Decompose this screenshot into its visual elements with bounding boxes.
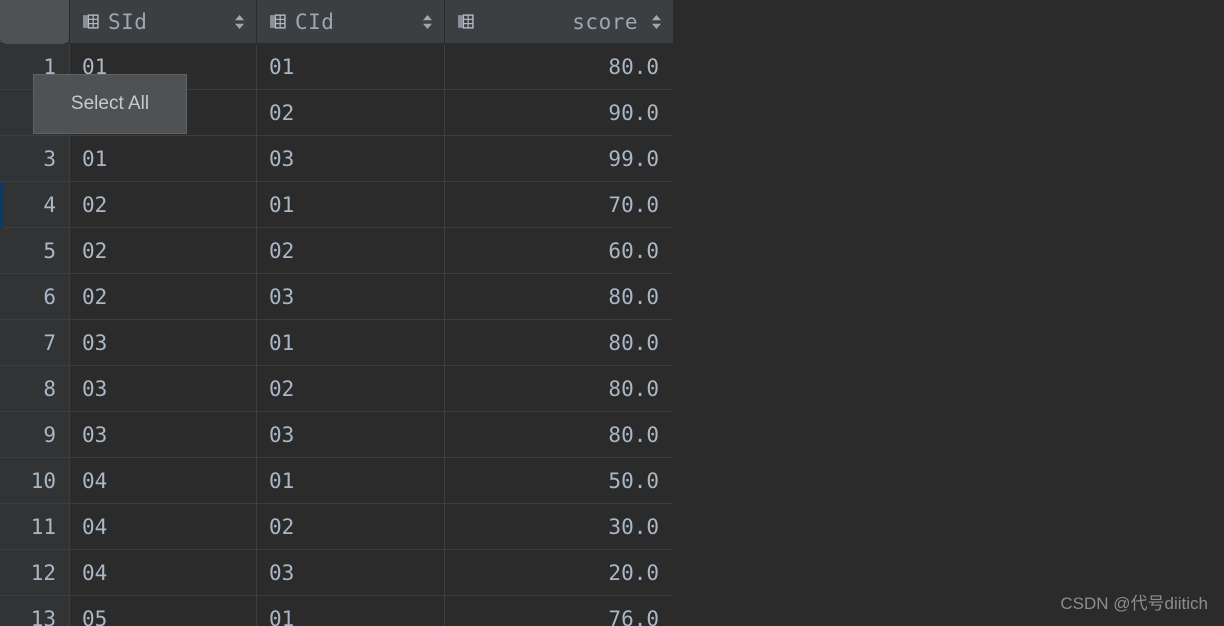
table-cell-sid[interactable]: 04 — [69, 504, 256, 549]
table-cell-sid[interactable]: 02 — [69, 274, 256, 319]
table-cell-sid[interactable]: 02 — [69, 182, 256, 227]
table-row[interactable]: 8 03 02 80.0 — [0, 366, 673, 412]
select-all-corner-button[interactable] — [0, 0, 69, 44]
table-cell-num[interactable]: 9 — [0, 412, 69, 457]
sort-toggle-icon-cid[interactable] — [407, 12, 434, 32]
column-header-sid[interactable]: SId — [69, 0, 256, 43]
table-cell-sid[interactable]: 03 — [69, 366, 256, 411]
table-row[interactable]: 7 03 01 80.0 — [0, 320, 673, 366]
table-cell-cid[interactable]: 02 — [256, 228, 444, 273]
table-cell-cid[interactable]: 02 — [256, 90, 444, 135]
table-cell-cid[interactable]: 03 — [256, 412, 444, 457]
table-cell-sid[interactable]: 02 — [69, 228, 256, 273]
table-cell-score[interactable]: 90.0 — [444, 90, 673, 135]
table-row[interactable]: 5 02 02 60.0 — [0, 228, 673, 274]
sort-toggle-icon-score[interactable] — [638, 12, 663, 32]
table-cell-num[interactable]: 11 — [0, 504, 69, 549]
table-column-icon — [270, 14, 286, 29]
table-cell-cid[interactable]: 02 — [256, 366, 444, 411]
column-header-cid[interactable]: CId — [256, 0, 444, 43]
table-cell-cid[interactable]: 01 — [256, 596, 444, 626]
table-cell-num[interactable]: 3 — [0, 136, 69, 181]
table-cell-sid[interactable]: 05 — [69, 596, 256, 626]
table-row[interactable]: 4 02 01 70.0 — [0, 182, 673, 228]
column-header-label-score: score — [572, 9, 638, 34]
table-cell-cid[interactable]: 01 — [256, 44, 444, 89]
table-cell-score[interactable]: 80.0 — [444, 366, 673, 411]
table-cell-sid[interactable]: 04 — [69, 550, 256, 595]
table-cell-num[interactable]: 5 — [0, 228, 69, 273]
table-column-icon — [458, 14, 474, 29]
table-cell-cid[interactable]: 01 — [256, 182, 444, 227]
table-row[interactable]: 3 01 03 99.0 — [0, 136, 673, 182]
row-selection-accent — [0, 182, 4, 228]
table-cell-num[interactable]: 13 — [0, 596, 69, 626]
table-cell-cid[interactable]: 03 — [256, 274, 444, 319]
table-cell-num[interactable]: 4 — [0, 182, 69, 227]
table-cell-sid[interactable]: 03 — [69, 412, 256, 457]
sort-toggle-icon-sid[interactable] — [219, 12, 246, 32]
select-all-tooltip: Select All — [33, 74, 187, 134]
table-cell-score[interactable]: 30.0 — [444, 504, 673, 549]
data-grid[interactable]: SId CId score 1 01 01 80.0 02 90.0 3 01 … — [0, 0, 673, 626]
select-all-tooltip-label: Select All — [70, 93, 150, 114]
table-cell-sid[interactable]: 01 — [69, 136, 256, 181]
table-cell-sid[interactable]: 04 — [69, 458, 256, 503]
grid-header-row: SId CId score — [0, 0, 673, 44]
table-cell-score[interactable]: 80.0 — [444, 412, 673, 457]
table-row[interactable]: 6 02 03 80.0 — [0, 274, 673, 320]
table-cell-score[interactable]: 76.0 — [444, 596, 673, 626]
table-cell-num[interactable]: 6 — [0, 274, 69, 319]
table-cell-num[interactable]: 12 — [0, 550, 69, 595]
table-cell-score[interactable]: 80.0 — [444, 320, 673, 365]
table-cell-score[interactable]: 20.0 — [444, 550, 673, 595]
column-header-label-sid: SId — [108, 9, 148, 34]
watermark: CSDN @代号diitich — [1060, 589, 1208, 614]
table-cell-num[interactable]: 8 — [0, 366, 69, 411]
table-cell-cid[interactable]: 01 — [256, 458, 444, 503]
table-row[interactable]: 13 05 01 76.0 — [0, 596, 673, 626]
table-cell-sid[interactable]: 03 — [69, 320, 256, 365]
app-root: SId CId score 1 01 01 80.0 02 90.0 3 01 … — [0, 0, 1224, 626]
table-cell-score[interactable]: 50.0 — [444, 458, 673, 503]
table-cell-score[interactable]: 60.0 — [444, 228, 673, 273]
table-cell-score[interactable]: 70.0 — [444, 182, 673, 227]
column-header-label-cid: CId — [295, 9, 335, 34]
table-column-icon — [83, 14, 99, 29]
table-row[interactable]: 10 04 01 50.0 — [0, 458, 673, 504]
table-cell-cid[interactable]: 01 — [256, 320, 444, 365]
column-header-score[interactable]: score — [444, 0, 673, 43]
table-cell-score[interactable]: 80.0 — [444, 44, 673, 89]
table-cell-num[interactable]: 7 — [0, 320, 69, 365]
table-row[interactable]: 12 04 03 20.0 — [0, 550, 673, 596]
table-cell-cid[interactable]: 03 — [256, 136, 444, 181]
table-row[interactable]: 11 04 02 30.0 — [0, 504, 673, 550]
watermark-label: CSDN @代号diitich — [1060, 594, 1208, 613]
table-cell-cid[interactable]: 03 — [256, 550, 444, 595]
table-cell-num[interactable]: 10 — [0, 458, 69, 503]
table-cell-score[interactable]: 99.0 — [444, 136, 673, 181]
table-cell-score[interactable]: 80.0 — [444, 274, 673, 319]
table-cell-cid[interactable]: 02 — [256, 504, 444, 549]
table-row[interactable]: 9 03 03 80.0 — [0, 412, 673, 458]
